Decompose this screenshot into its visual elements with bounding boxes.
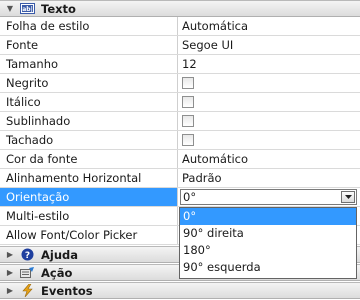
help-icon: ?: [19, 248, 35, 261]
property-label: Allow Font/Color Picker: [0, 226, 178, 244]
property-value[interactable]: Automática: [179, 17, 360, 35]
property-row-cor-da-fonte[interactable]: Cor da fonte Automático: [0, 150, 360, 169]
property-row-orientacao[interactable]: Orientação 0°: [0, 188, 360, 207]
property-label: Cor da fonte: [0, 150, 178, 168]
section-title-texto: Texto: [41, 1, 76, 16]
property-value: [179, 74, 360, 92]
orientation-combobox[interactable]: 0°: [180, 189, 357, 205]
action-icon: [19, 266, 35, 279]
property-label: Negrito: [0, 74, 178, 92]
negrito-checkbox[interactable]: [182, 77, 194, 89]
property-row-italico[interactable]: Itálico: [0, 93, 360, 112]
orientation-dropdown-list: 0° 90° direita 180° 90° esquerda: [179, 207, 357, 279]
property-value: [179, 112, 360, 130]
expand-arrow-icon[interactable]: ▶: [3, 286, 17, 295]
lightning-icon: [19, 284, 35, 297]
property-row-fonte[interactable]: Fonte Segoe UI: [0, 36, 360, 55]
property-value: 0°: [179, 188, 360, 206]
property-label: Sublinhado: [0, 112, 178, 130]
sublinhado-checkbox[interactable]: [182, 115, 194, 127]
property-label: Fonte: [0, 36, 178, 54]
dropdown-option-0[interactable]: 0°: [180, 208, 356, 225]
property-value[interactable]: 12: [179, 55, 360, 73]
property-row-alinhamento-horizontal[interactable]: Alinhamento Horizontal Padrão: [0, 169, 360, 188]
dropdown-option-180[interactable]: 180°: [180, 242, 356, 259]
italico-checkbox[interactable]: [182, 96, 194, 108]
tachado-checkbox[interactable]: [182, 134, 194, 146]
property-row-negrito[interactable]: Negrito: [0, 74, 360, 93]
property-label: Folha de estilo: [0, 17, 178, 35]
collapse-arrow-icon[interactable]: ▼: [3, 4, 17, 13]
property-label: Itálico: [0, 93, 178, 111]
section-title-acao: Ação: [41, 265, 73, 280]
section-header-texto[interactable]: ▼ ab| Texto: [0, 0, 360, 17]
property-row-folha-de-estilo[interactable]: Folha de estilo Automática: [0, 17, 360, 36]
dropdown-option-90-direita[interactable]: 90° direita: [180, 225, 356, 242]
dropdown-button[interactable]: [341, 191, 355, 203]
expand-arrow-icon[interactable]: ▶: [3, 268, 17, 277]
expand-arrow-icon[interactable]: ▶: [3, 250, 17, 259]
property-row-tamanho[interactable]: Tamanho 12: [0, 55, 360, 74]
property-label: Tachado: [0, 131, 178, 149]
text-field-icon: ab|: [19, 2, 35, 15]
dropdown-option-90-esquerda[interactable]: 90° esquerda: [180, 259, 356, 276]
property-value[interactable]: Automático: [179, 150, 360, 168]
section-title-ajuda: Ajuda: [41, 247, 79, 262]
property-row-tachado[interactable]: Tachado: [0, 131, 360, 150]
property-label: Alinhamento Horizontal: [0, 169, 178, 187]
property-row-sublinhado[interactable]: Sublinhado: [0, 112, 360, 131]
property-label: Multi-estilo: [0, 207, 178, 225]
property-value: [179, 131, 360, 149]
section-title-eventos: Eventos: [41, 283, 93, 298]
svg-text:?: ?: [24, 251, 29, 261]
property-label: Orientação: [0, 188, 178, 206]
property-value: [179, 93, 360, 111]
property-value[interactable]: Segoe UI: [179, 36, 360, 54]
svg-text:ab|: ab|: [22, 6, 33, 13]
property-label: Tamanho: [0, 55, 178, 73]
section-header-eventos[interactable]: ▶ Eventos: [0, 282, 360, 299]
property-value[interactable]: Padrão: [179, 169, 360, 187]
chevron-down-icon: [344, 195, 352, 199]
orientation-combobox-value: 0°: [183, 190, 197, 204]
